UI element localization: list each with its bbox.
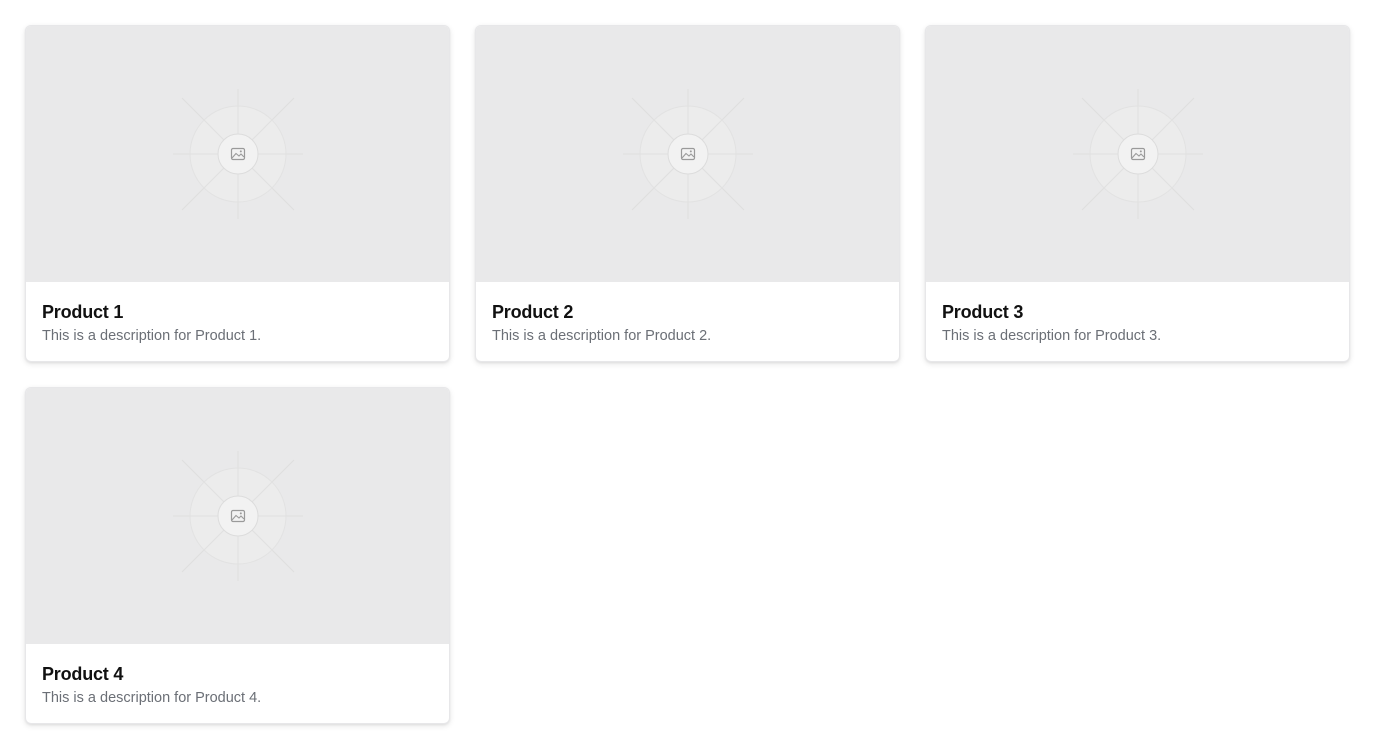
product-description: This is a description for Product 2. [492, 328, 712, 344]
product-description: This is a description for Product 4. [42, 690, 262, 706]
card-body: Product 3 This is a description for Prod… [926, 282, 1349, 345]
card-body: Product 1 This is a description for Prod… [26, 282, 449, 345]
product-title: Product 2 [492, 302, 574, 322]
product-image [476, 26, 899, 282]
product-grid: Product 1 This is a description for Prod… [25, 25, 1350, 724]
image-placeholder-icon [168, 84, 308, 224]
product-image [26, 26, 449, 282]
product-card[interactable]: Product 4 This is a description for Prod… [25, 387, 450, 724]
product-description: This is a description for Product 1. [42, 328, 262, 344]
product-title: Product 4 [42, 664, 124, 684]
product-image [926, 26, 1349, 282]
product-card[interactable]: Product 2 This is a description for Prod… [475, 25, 900, 362]
image-placeholder-icon [618, 84, 758, 224]
product-title: Product 3 [942, 302, 1024, 322]
product-title: Product 1 [42, 302, 124, 322]
image-placeholder-icon [1068, 84, 1208, 224]
product-image [26, 388, 449, 644]
product-card[interactable]: Product 1 This is a description for Prod… [25, 25, 450, 362]
card-body: Product 4 This is a description for Prod… [26, 644, 449, 707]
product-card[interactable]: Product 3 This is a description for Prod… [925, 25, 1350, 362]
product-description: This is a description for Product 3. [942, 328, 1162, 344]
image-placeholder-icon [168, 446, 308, 586]
card-body: Product 2 This is a description for Prod… [476, 282, 899, 345]
